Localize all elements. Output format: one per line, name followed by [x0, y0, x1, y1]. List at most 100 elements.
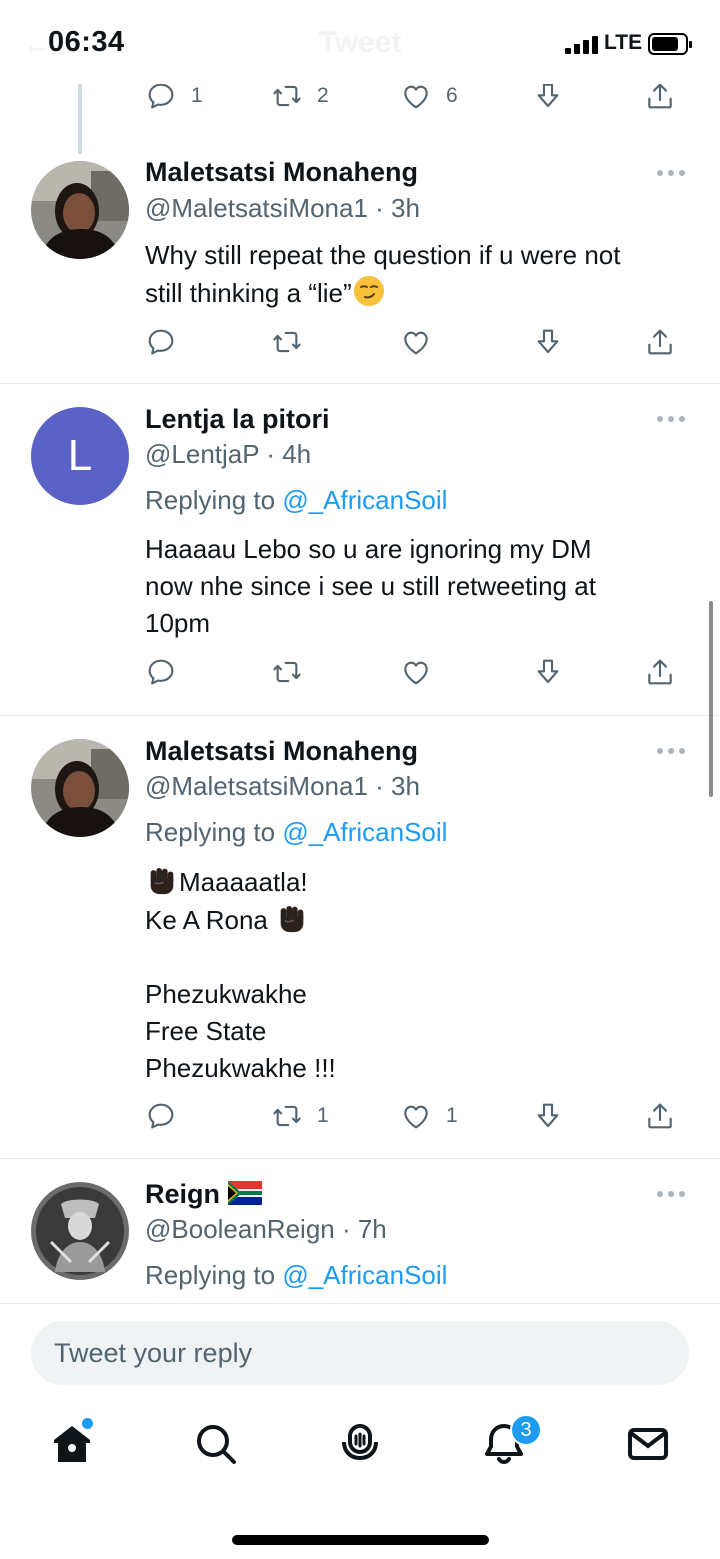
- share-icon: [644, 326, 676, 358]
- download-icon: [532, 656, 564, 688]
- share-icon: [644, 1100, 676, 1132]
- reply-input[interactable]: Tweet your reply: [31, 1321, 689, 1385]
- mention-link[interactable]: @_AfricanSoil: [282, 1260, 447, 1290]
- reply-button[interactable]: [145, 652, 177, 692]
- replying-to: Replying to @_AfricanSoil: [145, 817, 448, 847]
- divider: [0, 1158, 720, 1159]
- tweet-text-line: Ke A Rona: [145, 901, 690, 939]
- signal-icon: [565, 36, 601, 54]
- thread-connector-line: [78, 84, 82, 154]
- download-button[interactable]: [532, 1096, 564, 1136]
- retweet-icon: [271, 1100, 303, 1132]
- home-unread-dot: [82, 1418, 93, 1429]
- retweet-icon: [271, 326, 303, 358]
- search-icon: [197, 1425, 236, 1464]
- divider: [0, 383, 720, 384]
- reply-icon: [145, 656, 177, 688]
- reply-button[interactable]: [145, 1096, 177, 1136]
- tweet-text-line: now nhe since i see u still retweeting a…: [145, 571, 596, 601]
- download-icon: [532, 80, 564, 112]
- display-name[interactable]: Reign: [145, 1179, 262, 1210]
- tweet-text: Maaaaatla! Ke A Rona Phezukwakhe Free St…: [145, 863, 690, 1087]
- retweet-icon: [271, 656, 303, 688]
- tab-spaces[interactable]: [336, 1420, 384, 1472]
- retweet-count: 2: [317, 84, 329, 107]
- heart-icon: [400, 80, 432, 112]
- reply-placeholder: Tweet your reply: [54, 1338, 253, 1368]
- mention-link[interactable]: @_AfricanSoil: [282, 817, 447, 847]
- display-name[interactable]: Maletsatsi Monaheng: [145, 157, 418, 188]
- username[interactable]: @MaletsatsiMona1 · 3h: [145, 771, 420, 802]
- tweet-actions: 1 1: [145, 1096, 685, 1136]
- avatar[interactable]: [31, 739, 129, 837]
- retweet-count: 1: [317, 1104, 329, 1127]
- retweet-button[interactable]: 1: [271, 1096, 329, 1136]
- south-africa-flag-icon: [227, 1181, 262, 1205]
- more-options-icon[interactable]: [657, 748, 687, 756]
- reply-icon: [145, 80, 177, 112]
- retweet-icon: [271, 80, 303, 112]
- share-button[interactable]: [644, 322, 676, 362]
- avatar[interactable]: [31, 161, 129, 259]
- tweet-actions: [145, 652, 685, 692]
- reply-button[interactable]: [145, 322, 177, 362]
- tweet-text: Haaaau Lebo so u are ignoring my DM now …: [145, 531, 690, 642]
- username[interactable]: @BooleanReign · 7h: [145, 1214, 387, 1245]
- display-name[interactable]: Maletsatsi Monaheng: [145, 736, 418, 767]
- status-time: 06:34: [48, 26, 125, 58]
- retweet-button[interactable]: [271, 652, 303, 692]
- share-icon: [644, 80, 676, 112]
- more-options-icon[interactable]: [657, 170, 687, 178]
- like-count: 6: [446, 84, 458, 107]
- tweet-text-line: 10pm: [145, 608, 211, 638]
- replying-to: Replying to @_AfricanSoil: [145, 1260, 448, 1290]
- tweet-actions: [145, 322, 685, 362]
- avatar[interactable]: L: [31, 407, 129, 505]
- raised-fist-emoji-icon: [275, 901, 309, 935]
- tweet-text-line: still thinking a “lie”: [145, 274, 690, 312]
- tab-search[interactable]: [192, 1420, 240, 1472]
- bottom-tab-bar: 3: [0, 1414, 720, 1480]
- tab-messages[interactable]: [624, 1420, 672, 1472]
- microphone-icon: [342, 1424, 378, 1461]
- more-options-icon[interactable]: [657, 416, 687, 424]
- divider: [0, 715, 720, 716]
- network-type: LTE: [604, 31, 643, 54]
- tweet-text-line: Haaaau Lebo so u are ignoring my DM: [145, 534, 592, 564]
- reply-icon: [145, 326, 177, 358]
- raised-fist-emoji-icon: [145, 863, 179, 897]
- status-bar: ← Tweet 06:34 LTE: [0, 0, 720, 84]
- scrollbar[interactable]: [709, 601, 713, 797]
- replying-to: Replying to @_AfricanSoil: [145, 485, 448, 515]
- tab-notifications[interactable]: 3: [480, 1414, 542, 1472]
- tweet-text-line: Free State: [145, 1016, 267, 1046]
- smirk-emoji-icon: [353, 276, 384, 306]
- tweet-text-line: Phezukwakhe !!!: [145, 1053, 336, 1083]
- download-button[interactable]: [532, 322, 564, 362]
- heart-icon: [400, 326, 432, 358]
- avatar[interactable]: [31, 1182, 129, 1280]
- tweet-text-line: Maaaaatla!: [145, 863, 690, 901]
- username[interactable]: @LentjaP · 4h: [145, 439, 311, 470]
- username[interactable]: @MaletsatsiMona1 · 3h: [145, 193, 420, 224]
- tab-home[interactable]: [48, 1418, 96, 1472]
- mention-link[interactable]: @_AfricanSoil: [282, 485, 447, 515]
- more-options-icon[interactable]: [657, 1191, 687, 1199]
- display-name[interactable]: Lentja la pitori: [145, 404, 330, 435]
- heart-icon: [400, 656, 432, 688]
- reply-icon: [145, 1100, 177, 1132]
- tweet-text: Why still repeat the question if u were …: [145, 237, 690, 312]
- notification-badge: 3: [510, 1414, 542, 1446]
- home-indicator: [232, 1535, 489, 1545]
- like-button[interactable]: [400, 322, 432, 362]
- like-button[interactable]: 1: [400, 1096, 458, 1136]
- download-icon: [532, 326, 564, 358]
- share-button[interactable]: [644, 1096, 676, 1136]
- download-button[interactable]: [532, 652, 564, 692]
- like-button[interactable]: [400, 652, 432, 692]
- share-button[interactable]: [644, 652, 676, 692]
- retweet-button[interactable]: [271, 322, 303, 362]
- download-icon: [532, 1100, 564, 1132]
- heart-icon: [400, 1100, 432, 1132]
